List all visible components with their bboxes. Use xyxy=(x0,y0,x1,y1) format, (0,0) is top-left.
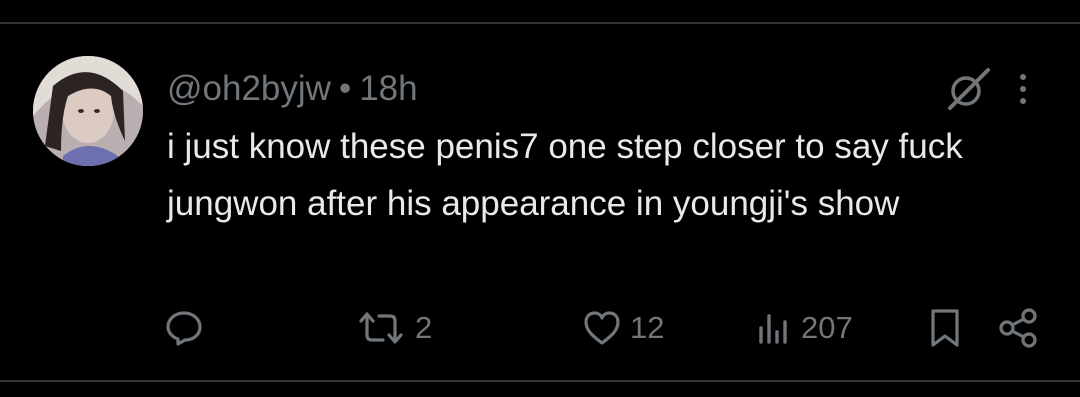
retweet-count: 2 xyxy=(415,310,433,345)
share-icon xyxy=(999,308,1037,348)
retweet-button[interactable]: 2 xyxy=(355,306,432,350)
view-count: 207 xyxy=(801,310,853,345)
header-separator: • xyxy=(338,69,352,108)
heart-icon xyxy=(584,311,620,345)
retweet-icon xyxy=(359,312,403,344)
user-handle[interactable]: @oh2byjw xyxy=(167,69,331,109)
grok-icon[interactable] xyxy=(944,66,992,112)
bottom-divider xyxy=(0,380,1080,382)
avatar[interactable] xyxy=(33,56,143,166)
bookmark-button[interactable] xyxy=(928,306,962,350)
tweet-text: i just know these penis7 one step closer… xyxy=(167,127,973,223)
reply-button[interactable] xyxy=(163,306,213,350)
tweet-header: @oh2byjw • 18h xyxy=(167,64,418,114)
like-button[interactable]: 12 xyxy=(582,306,664,350)
views-button[interactable]: 207 xyxy=(753,306,853,350)
reply-icon xyxy=(166,311,202,346)
share-button[interactable] xyxy=(996,306,1042,350)
like-count: 12 xyxy=(630,310,665,345)
top-divider xyxy=(0,22,1080,24)
more-options-icon[interactable] xyxy=(1012,66,1034,112)
bookmark-icon xyxy=(931,309,959,347)
views-icon xyxy=(759,314,787,344)
timestamp[interactable]: 18h xyxy=(359,69,417,109)
